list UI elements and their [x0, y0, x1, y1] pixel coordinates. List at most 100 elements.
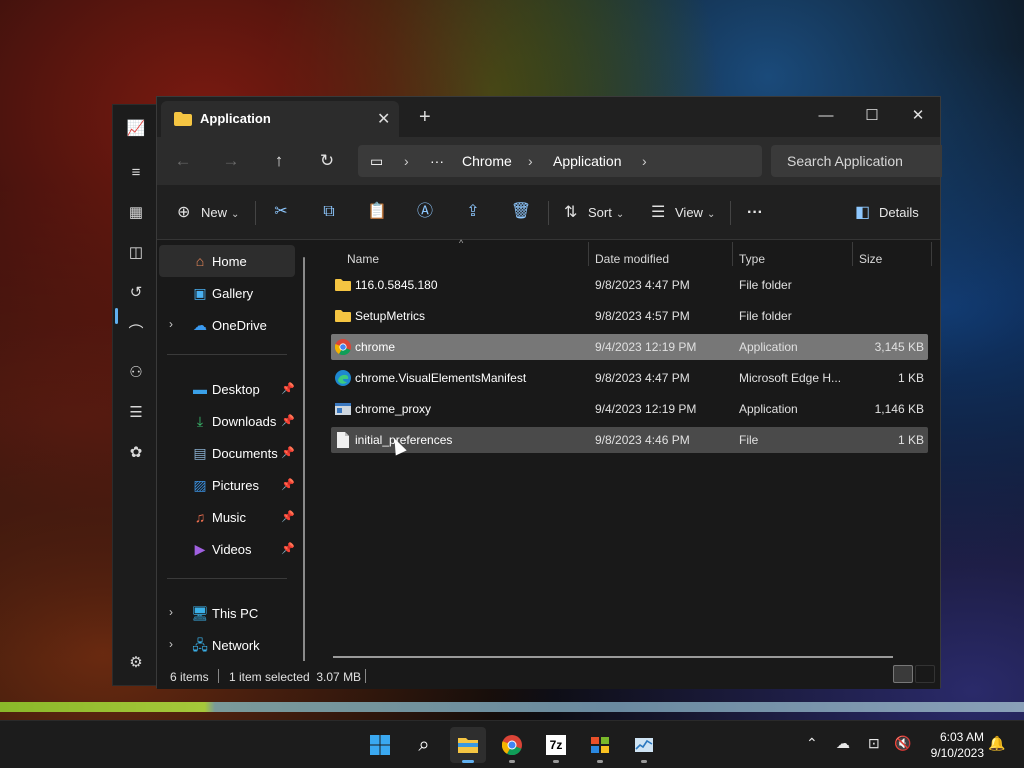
chevron-right-icon[interactable]: › — [642, 153, 647, 169]
sort-icon: ⇅ — [564, 204, 578, 221]
rename-icon[interactable]: Ⓐ — [414, 201, 436, 223]
cut-icon[interactable]: ✂ — [270, 201, 292, 223]
minimize-button[interactable]: — — [803, 101, 849, 131]
column-header-size[interactable]: Size — [859, 252, 882, 266]
nav-scrollbar[interactable] — [303, 257, 305, 667]
forward-button[interactable]: → — [219, 149, 243, 173]
breadcrumb-application[interactable]: Application — [553, 153, 622, 169]
breadcrumb-chrome[interactable]: Chrome — [462, 153, 512, 169]
nav-label: Documents — [212, 446, 278, 461]
nav-item-network[interactable]: › 🖧 Network — [159, 629, 295, 661]
users-icon[interactable]: ⚇ — [126, 363, 146, 383]
taskbar-windows-app[interactable] — [582, 727, 618, 763]
details-list-icon[interactable]: ☰ — [126, 403, 146, 423]
search-input[interactable]: Search Application — [771, 145, 942, 177]
nav-item-downloads[interactable]: ⤓ Downloads 📌 — [159, 405, 295, 437]
nav-item-desktop[interactable]: ▬ Desktop 📌 — [159, 373, 295, 405]
hamburger-menu-icon[interactable]: ≡ — [126, 163, 146, 183]
start-button[interactable] — [362, 727, 398, 763]
clock-date: 9/10/2023 — [930, 746, 984, 760]
divider — [365, 669, 366, 683]
chevron-right-icon[interactable]: › — [169, 605, 173, 619]
sort-button[interactable]: ⇅ Sort ⌄ — [564, 203, 624, 223]
paste-icon[interactable]: 📋 — [366, 201, 388, 223]
chevron-right-icon[interactable]: › — [169, 317, 173, 331]
pin-icon[interactable]: 📌 — [281, 478, 295, 491]
notification-bell-icon[interactable]: 🔔 — [988, 735, 1005, 752]
back-button[interactable]: ← — [171, 149, 195, 173]
column-divider[interactable] — [588, 242, 589, 266]
chevron-up-icon[interactable]: ⌃ — [806, 735, 818, 752]
nav-item-home[interactable]: ⌂ Home — [159, 245, 295, 277]
column-divider[interactable] — [852, 242, 853, 266]
column-header-type[interactable]: Type — [739, 252, 765, 266]
details-pane-button[interactable]: ◧ Details — [855, 203, 919, 223]
column-header-name[interactable]: Name — [347, 252, 379, 266]
nav-item-music[interactable]: ♫ Music 📌 — [159, 501, 295, 533]
share-icon[interactable]: ⇪ — [462, 201, 484, 223]
apps-icon[interactable]: ▦ — [126, 203, 146, 223]
taskbar-file-explorer[interactable] — [450, 727, 486, 763]
tab-application[interactable]: Application ✕ — [161, 101, 399, 137]
view-button[interactable]: ☰ View ⌄ — [651, 203, 715, 223]
pin-icon[interactable]: 📌 — [281, 446, 295, 459]
computer-icon[interactable]: ▭ — [370, 153, 383, 170]
startup-icon[interactable]: ⌒ — [126, 323, 146, 343]
table-row[interactable]: chrome.VisualElementsManifest 9/8/2023 4… — [331, 365, 928, 391]
overflow-breadcrumb-icon[interactable]: ··· — [430, 153, 444, 169]
services-icon[interactable]: ✿ — [126, 443, 146, 463]
chevron-right-icon[interactable]: › — [404, 153, 409, 169]
close-window-button[interactable]: ✕ — [895, 101, 941, 131]
tab-title: Application — [200, 111, 271, 126]
new-button[interactable]: ⊕ New ⌄ — [177, 203, 239, 223]
nav-item-pictures[interactable]: ▨ Pictures 📌 — [159, 469, 295, 501]
column-header-date[interactable]: Date modified — [595, 252, 669, 266]
clock[interactable]: 6:03 AM 9/10/2023 — [920, 729, 984, 761]
details-view-toggle[interactable] — [893, 665, 913, 683]
nav-item-gallery[interactable]: ▣ Gallery — [159, 277, 295, 309]
refresh-button[interactable]: ↻ — [315, 149, 339, 173]
column-divider[interactable] — [931, 242, 932, 266]
search-button[interactable]: ⌕ — [406, 727, 442, 763]
nav-item-videos[interactable]: ▶ Videos 📌 — [159, 533, 295, 565]
taskbar-chrome[interactable] — [494, 727, 530, 763]
file-size: 1 KB — [897, 433, 924, 447]
table-row-selected[interactable]: chrome 9/4/2023 12:19 PM Application 3,1… — [331, 334, 928, 360]
nav-item-this-pc[interactable]: › 🖥 This PC — [159, 597, 295, 629]
nav-item-onedrive[interactable]: › ☁ OneDrive — [159, 309, 295, 341]
close-tab-icon[interactable]: ✕ — [377, 109, 390, 129]
table-row-hover[interactable]: initial_preferences 9/8/2023 4:46 PM Fil… — [331, 427, 928, 453]
chevron-right-icon[interactable]: › — [528, 153, 533, 169]
volume-muted-icon[interactable]: 🔇 — [894, 735, 911, 752]
pin-icon[interactable]: 📌 — [281, 414, 295, 427]
file-explorer-window: Application ✕ + — ☐ ✕ ← → ↑ ↻ ▭ › ··· Ch… — [156, 96, 942, 689]
delete-icon[interactable]: 🗑 — [510, 201, 532, 223]
history-icon[interactable]: ↺ — [126, 283, 146, 303]
taskbar-task-manager[interactable] — [626, 727, 662, 763]
maximize-button[interactable]: ☐ — [849, 101, 895, 131]
horizontal-scrollbar[interactable] — [333, 656, 893, 658]
pin-icon[interactable]: 📌 — [281, 542, 295, 555]
table-row[interactable]: SetupMetrics 9/8/2023 4:57 PM File folde… — [331, 303, 928, 329]
table-row[interactable]: 116.0.5845.180 9/8/2023 4:47 PM File fol… — [331, 272, 928, 298]
pin-icon[interactable]: 📌 — [281, 382, 295, 395]
settings-gear-icon[interactable]: ⚙ — [126, 653, 146, 673]
thumbnail-view-toggle[interactable] — [915, 665, 935, 683]
more-options-button[interactable]: ··· — [747, 203, 763, 223]
performance-icon[interactable]: ◫ — [126, 243, 146, 263]
column-divider[interactable] — [732, 242, 733, 266]
pin-icon[interactable]: 📌 — [281, 510, 295, 523]
new-tab-button[interactable]: + — [419, 107, 431, 127]
file-name: chrome_proxy — [355, 402, 432, 416]
nav-item-documents[interactable]: ▤ Documents 📌 — [159, 437, 295, 469]
network-icon[interactable]: ⊡ — [868, 735, 880, 752]
address-bar[interactable]: ▭ › ··· Chrome › Application › — [358, 145, 762, 177]
monitor-icon[interactable]: 📈 — [126, 119, 146, 139]
table-row[interactable]: chrome_proxy 9/4/2023 12:19 PM Applicati… — [331, 396, 928, 422]
taskbar-7zip[interactable]: 7z — [538, 727, 574, 763]
up-button[interactable]: ↑ — [267, 149, 291, 173]
copy-icon[interactable]: ⧉ — [318, 201, 340, 223]
onedrive-icon[interactable]: ☁ — [836, 735, 850, 752]
chevron-down-icon: ⌄ — [615, 209, 625, 220]
chevron-right-icon[interactable]: › — [169, 637, 173, 651]
